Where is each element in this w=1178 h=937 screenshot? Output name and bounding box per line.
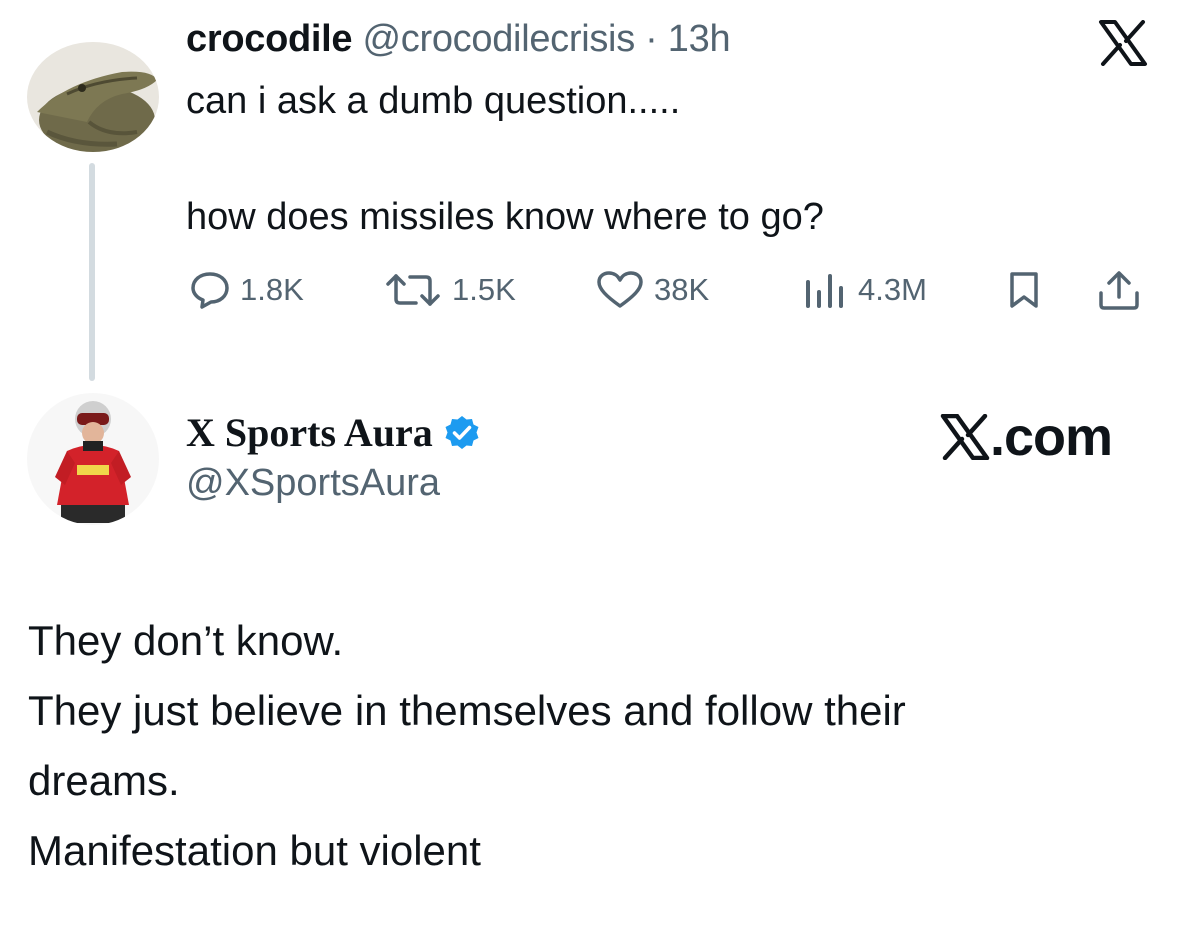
tweet-text-line-1: can i ask a dumb question..... xyxy=(186,80,681,122)
share-icon xyxy=(1099,271,1139,310)
racing-driver-avatar-image xyxy=(27,393,159,525)
user-handle[interactable]: @XSportsAura xyxy=(186,462,440,505)
bookmark-button[interactable] xyxy=(1006,268,1052,312)
x-logo-icon[interactable] xyxy=(1098,20,1148,66)
user-handle[interactable]: @crocodilecrisis xyxy=(363,18,636,60)
reply-line-1: They don’t know. xyxy=(28,617,344,664)
views-button[interactable]: 4.3M xyxy=(802,268,927,312)
crocodile-avatar[interactable] xyxy=(27,42,159,152)
reply-button[interactable]: 1.8K xyxy=(190,268,304,312)
tweet-header: crocodile @crocodilecrisis · 13h xyxy=(186,18,731,61)
display-name[interactable]: crocodile xyxy=(186,18,353,60)
verified-badge-icon xyxy=(445,415,479,449)
reply-count: 1.8K xyxy=(240,272,304,307)
like-count: 38K xyxy=(654,272,710,307)
thread-connector-line xyxy=(89,163,95,381)
reply-line-2: They just believe in themselves and foll… xyxy=(28,687,906,734)
repost-button[interactable]: 1.5K xyxy=(384,268,516,312)
share-button[interactable] xyxy=(1096,268,1152,312)
crocodile-avatar-image xyxy=(27,42,159,152)
reply-text: They don’t know. They just believe in th… xyxy=(28,606,1148,886)
reply-icon xyxy=(191,272,229,309)
views-count: 4.3M xyxy=(858,272,927,307)
views-chart-icon xyxy=(806,274,843,308)
timestamp[interactable]: 13h xyxy=(668,18,731,60)
watermark-domain: .com xyxy=(990,407,1113,467)
reply-line-4: Manifestation but violent xyxy=(28,827,481,874)
reply-author: X Sports Aura xyxy=(186,409,481,456)
display-name[interactable]: X Sports Aura xyxy=(186,409,433,456)
x-dot-com-watermark: .com xyxy=(940,406,1113,468)
x-logo-icon xyxy=(940,414,990,460)
heart-icon xyxy=(597,271,643,308)
separator-dot: · xyxy=(645,18,658,60)
repost-count: 1.5K xyxy=(452,272,516,307)
repost-icon xyxy=(386,274,440,306)
bookmark-icon xyxy=(1010,272,1038,308)
like-button[interactable]: 38K xyxy=(596,268,709,312)
racing-driver-avatar[interactable] xyxy=(27,393,159,525)
reply-line-3: dreams. xyxy=(28,757,180,804)
tweet-text-line-2: how does missiles know where to go? xyxy=(186,196,824,238)
